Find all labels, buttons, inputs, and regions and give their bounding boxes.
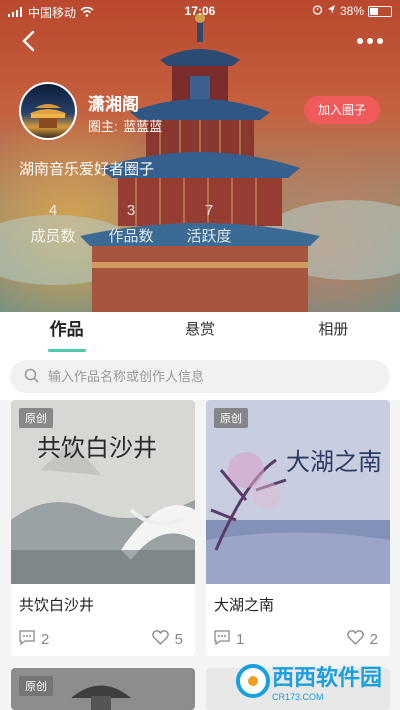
join-circle-button[interactable]: 加入圈子 bbox=[304, 96, 380, 124]
cover-art-text: 大湖之南 bbox=[286, 448, 382, 476]
work-cover: 原创 bbox=[11, 668, 195, 710]
tab-bounty[interactable]: 悬赏 bbox=[133, 312, 266, 352]
work-cover: 大湖之南 原创 bbox=[206, 400, 390, 584]
work-meta: 2 5 bbox=[11, 620, 195, 656]
status-bar: 中国移动 17:06 38% bbox=[0, 0, 400, 22]
circle-description: 湖南音乐爱好者圈子 bbox=[19, 161, 155, 178]
work-cover: 共饮白沙井 原创 bbox=[11, 400, 195, 584]
tab-works[interactable]: 作品 bbox=[0, 312, 133, 352]
like-count: 5 bbox=[174, 631, 183, 648]
like-count: 2 bbox=[369, 631, 378, 648]
owner-name[interactable]: 蓝蓝蓝 bbox=[123, 119, 162, 134]
original-tag: 原创 bbox=[214, 408, 248, 428]
content-panel: 作品 悬赏 相册 共饮白沙井 原创 共饮白沙井 bbox=[0, 312, 400, 710]
stat-members[interactable]: 4 成员数 bbox=[14, 202, 92, 246]
work-card[interactable]: 共饮白沙井 原创 共饮白沙井 2 5 bbox=[11, 400, 195, 656]
stat-label: 作品数 bbox=[108, 228, 154, 245]
tab-bar: 作品 悬赏 相册 bbox=[0, 312, 400, 352]
battery-percent: 38% bbox=[339, 4, 364, 18]
work-card[interactable]: 大湖之南 原创 大湖之南 1 2 bbox=[206, 400, 390, 656]
work-card[interactable]: 原创 bbox=[11, 668, 195, 710]
work-meta: 1 2 bbox=[206, 620, 390, 656]
circle-header-banner: 中国移动 17:06 38% 潇湘阁 圈主: 蓝蓝蓝 加入圈子 湖南音乐爱好者圈… bbox=[0, 0, 400, 312]
search-icon bbox=[24, 368, 39, 383]
stat-value: 4 bbox=[48, 202, 58, 219]
likes[interactable]: 5 bbox=[151, 630, 183, 649]
stat-label: 活跃度 bbox=[186, 228, 232, 245]
search-input[interactable] bbox=[48, 360, 368, 393]
location-icon bbox=[327, 4, 336, 18]
owner-label: 圈主: bbox=[88, 119, 118, 134]
battery-icon bbox=[368, 5, 392, 17]
cover-art-text: 共饮白沙井 bbox=[37, 434, 157, 462]
comment-icon bbox=[19, 630, 35, 649]
likes[interactable]: 2 bbox=[346, 630, 378, 649]
search-bar bbox=[10, 360, 390, 393]
original-tag: 原创 bbox=[19, 676, 53, 696]
circle-avatar bbox=[19, 82, 77, 140]
stat-value: 7 bbox=[204, 202, 214, 219]
stat-value: 3 bbox=[126, 202, 136, 219]
watermark-brand: 西西软件园 bbox=[271, 666, 382, 691]
back-icon[interactable] bbox=[20, 30, 40, 52]
stat-works[interactable]: 3 作品数 bbox=[92, 202, 170, 246]
heart-icon bbox=[151, 630, 169, 649]
circle-name: 潇湘阁 bbox=[88, 95, 139, 114]
work-title: 共饮白沙井 bbox=[19, 597, 95, 614]
watermark-url: CR173.COM bbox=[271, 692, 324, 702]
tab-album[interactable]: 相册 bbox=[267, 312, 400, 352]
comments[interactable]: 1 bbox=[214, 630, 244, 649]
comments[interactable]: 2 bbox=[19, 630, 49, 649]
heart-icon bbox=[346, 630, 364, 649]
comment-icon bbox=[214, 630, 230, 649]
comment-count: 2 bbox=[41, 631, 50, 648]
work-title: 大湖之南 bbox=[214, 597, 275, 614]
stat-label: 成员数 bbox=[30, 228, 76, 245]
circle-stats: 4 成员数 3 作品数 7 活跃度 bbox=[14, 202, 248, 246]
stat-activity[interactable]: 7 活跃度 bbox=[170, 202, 248, 246]
circle-owner: 圈主: 蓝蓝蓝 bbox=[88, 116, 164, 135]
more-icon[interactable] bbox=[356, 30, 386, 52]
watermark-logo bbox=[235, 664, 270, 698]
watermark: 西西软件园 CR173.COM bbox=[235, 660, 382, 702]
temple-of-heaven-illustration bbox=[80, 13, 320, 312]
alarm-icon bbox=[312, 4, 323, 18]
comment-count: 1 bbox=[236, 631, 245, 648]
original-tag: 原创 bbox=[19, 408, 53, 428]
status-right: 38% bbox=[312, 4, 392, 18]
